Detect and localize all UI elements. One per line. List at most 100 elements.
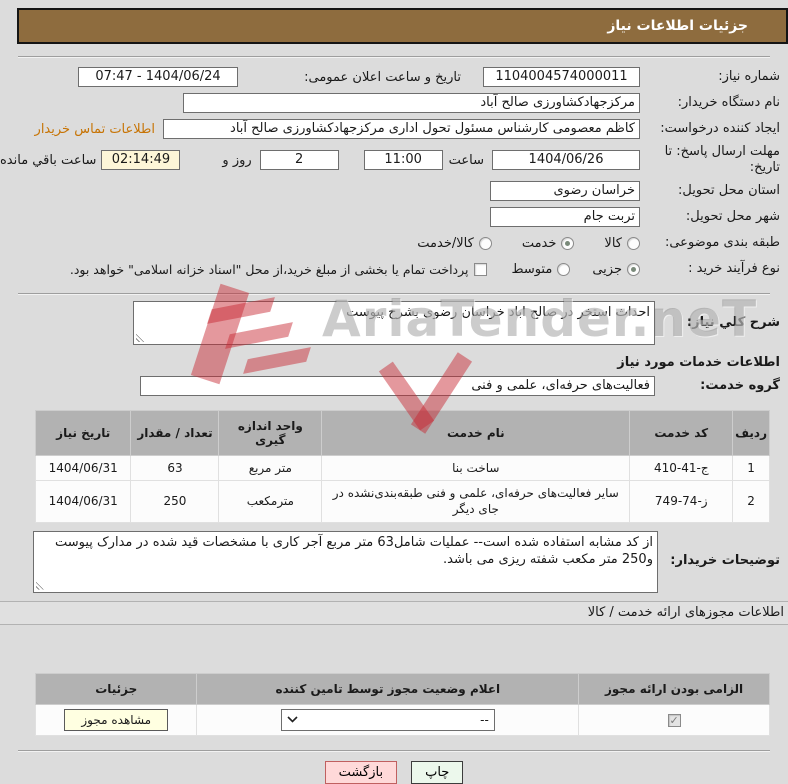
service-group-field[interactable]: فعالیت‌های حرفه‌ای، علمی و فنی xyxy=(140,376,655,396)
table-cell: متر مربع xyxy=(218,454,323,482)
publish-datetime-label: تاریخ و ساعت اعلان عمومی: xyxy=(304,69,461,85)
table-row: -- مشاهده مجوز xyxy=(34,703,770,736)
category-label: طبقه بندی موضوعی: xyxy=(664,234,780,250)
column-header: تاریخ نیاز xyxy=(34,410,132,456)
buyer-org-field[interactable]: مرکزجهادکشاورزی صالح آباد xyxy=(183,93,640,113)
select-value: -- xyxy=(480,712,489,727)
table-cell: 63 xyxy=(130,454,220,482)
table-cell: 1404/06/31 xyxy=(34,454,132,482)
need-number-label: شماره نیاز: xyxy=(718,68,780,84)
table-cell: 1404/06/31 xyxy=(34,480,132,523)
deadline-remaining-field: 02:14:49 xyxy=(101,150,181,170)
service-group-label: گروه خدمت: xyxy=(700,377,780,393)
row-category: طبقه بندی موضوعی: کالا خدمت کالا/خدمت xyxy=(0,231,780,255)
column-header: اعلام وضعیت مجوز توسط تامین کننده xyxy=(196,672,580,705)
row-buyer-org: نام دستگاه خریدار: مرکزجهادکشاورزی صالح … xyxy=(0,91,780,115)
column-header: واحد اندازه گیری xyxy=(218,410,323,456)
license-status-select[interactable]: -- xyxy=(280,708,495,731)
licenses-section-bar: اطلاعات مجوزهای ارائه خدمت / کالا xyxy=(0,600,788,625)
process-type-option-label: جزیی xyxy=(592,261,622,277)
process-type-option-minor[interactable]: جزیی xyxy=(592,262,640,277)
table-cell: 1 xyxy=(732,454,770,482)
buyer-contact-link[interactable]: اطلاعات تماس خریدار xyxy=(35,122,155,137)
license-details-cell: مشاهده مجوز xyxy=(34,703,198,736)
table-cell: 2 xyxy=(732,480,770,523)
column-header: ردیف xyxy=(732,410,770,456)
licenses-table-header-row: الزامی بودن ارائه مجوز اعلام وضعیت مجوز … xyxy=(34,672,770,705)
row-process-type: نوع فرآیند خرید : جزیی متوسط پرداخت تمام… xyxy=(0,257,780,281)
resize-handle-icon[interactable] xyxy=(36,580,45,590)
treasury-payment-option[interactable]: پرداخت تمام یا بخشی از مبلغ خرید،از محل … xyxy=(70,262,488,277)
row-buyer-notes: توضیحات خریدار: از کد مشابه استفاده شده … xyxy=(0,530,780,593)
city-label: شهر محل تحویل: xyxy=(685,208,780,224)
process-type-option-label: متوسط xyxy=(511,261,553,277)
table-cell: سایر فعالیت‌های حرفه‌ای، علمی و فنی طبقه… xyxy=(321,480,631,523)
checkbox-icon[interactable] xyxy=(474,262,488,276)
radio-icon[interactable] xyxy=(557,262,571,276)
table-cell: ز-74-749 xyxy=(629,480,734,523)
city-field[interactable]: تربت جام xyxy=(490,207,640,227)
row-service-group: گروه خدمت: فعالیت‌های حرفه‌ای، علمی و فن… xyxy=(0,374,780,398)
column-header: نام خدمت xyxy=(321,410,631,456)
deadline-hour-label: ساعت xyxy=(448,152,485,168)
license-required-cell xyxy=(578,703,770,736)
back-button[interactable]: بازگشت xyxy=(324,760,398,784)
radio-checked-icon[interactable] xyxy=(627,262,640,276)
deadline-date-field[interactable]: 1404/06/26 xyxy=(492,150,640,170)
need-number-field[interactable]: 1104004574000011 xyxy=(483,67,640,87)
category-option-service[interactable]: خدمت xyxy=(522,236,575,251)
resize-handle-icon[interactable] xyxy=(136,333,145,342)
table-cell: 250 xyxy=(130,480,220,523)
category-option-goods-service[interactable]: کالا/خدمت xyxy=(417,236,492,251)
divider xyxy=(18,749,770,752)
process-type-label: نوع فرآیند خرید : xyxy=(688,260,780,276)
divider xyxy=(18,293,770,295)
buyer-notes-label: توضیحات خریدار: xyxy=(670,553,780,569)
column-header: کد خدمت xyxy=(629,410,734,456)
deadline-hour-field[interactable]: 11:00 xyxy=(363,150,443,170)
deadline-remaining-label: ساعت باقي مانده xyxy=(0,152,97,168)
row-province: استان محل تحویل: خراسان رضوی xyxy=(0,179,780,203)
license-status-cell: -- xyxy=(196,703,580,736)
column-header: جزئیات xyxy=(34,672,198,705)
view-license-button[interactable]: مشاهده مجوز xyxy=(64,708,169,731)
category-option-label: کالا/خدمت xyxy=(417,235,474,251)
description-label: شرح کلي نیاز: xyxy=(686,314,780,330)
row-deadline: مهلت ارسال پاسخ: تا تاریخ: 1404/06/26 سا… xyxy=(0,143,780,177)
description-text: احداث استخر در صالح اباد خراسان رضوی بشر… xyxy=(346,305,650,320)
description-textarea[interactable]: احداث استخر در صالح اباد خراسان رضوی بشر… xyxy=(133,301,655,345)
row-city: شهر محل تحویل: تربت جام xyxy=(0,205,780,229)
radio-checked-icon[interactable] xyxy=(561,236,575,250)
page-title: جزئیات اطلاعات نیاز xyxy=(607,18,748,34)
buyer-org-label: نام دستگاه خریدار: xyxy=(677,94,780,110)
chevron-down-icon xyxy=(287,716,298,723)
column-header: تعداد / مقدار xyxy=(130,410,220,456)
table-cell: مترمکعب xyxy=(218,480,323,523)
process-type-option-medium[interactable]: متوسط xyxy=(511,261,571,277)
province-field[interactable]: خراسان رضوی xyxy=(490,181,640,201)
need-details-form: شماره نیاز: 1104004574000011 تاریخ و ساع… xyxy=(0,58,788,281)
services-table: ردیف کد خدمت نام خدمت واحد اندازه گیری ت… xyxy=(34,410,770,523)
row-description: شرح کلي نیاز: احداث استخر در صالح اباد خ… xyxy=(0,301,780,345)
licenses-table: الزامی بودن ارائه مجوز اعلام وضعیت مجوز … xyxy=(34,672,770,736)
radio-icon[interactable] xyxy=(478,236,492,250)
publish-datetime-field[interactable]: 1404/06/24 - 07:47 xyxy=(78,67,238,87)
deadline-label: مهلت ارسال پاسخ: تا تاریخ: xyxy=(664,143,780,175)
province-label: استان محل تحویل: xyxy=(678,182,780,198)
request-creator-field[interactable]: کاظم معصومی کارشناس مسئول تحول اداری مرک… xyxy=(163,119,640,139)
table-cell: ساخت بنا xyxy=(321,454,631,482)
print-button[interactable]: چاپ xyxy=(411,760,464,784)
buyer-notes-text: از کد مشابه استفاده شده است-- عملیات شام… xyxy=(55,534,653,568)
checkbox-checked-icon xyxy=(667,714,681,728)
category-option-label: کالا xyxy=(604,235,622,251)
deadline-days-label: روز و xyxy=(222,152,252,168)
services-table-header-row: ردیف کد خدمت نام خدمت واحد اندازه گیری ت… xyxy=(34,410,770,456)
buyer-notes-textarea[interactable]: از کد مشابه استفاده شده است-- عملیات شام… xyxy=(33,530,658,593)
category-option-goods[interactable]: کالا xyxy=(604,236,640,251)
table-cell: ج-41-410 xyxy=(629,454,734,482)
row-need-number: شماره نیاز: 1104004574000011 تاریخ و ساع… xyxy=(0,65,780,89)
treasury-payment-label: پرداخت تمام یا بخشی از مبلغ خرید،از محل … xyxy=(69,261,469,277)
deadline-days-field[interactable]: 2 xyxy=(259,150,339,170)
radio-icon[interactable] xyxy=(627,236,640,250)
services-section-title: اطلاعات خدمات مورد نیاز xyxy=(617,355,780,370)
